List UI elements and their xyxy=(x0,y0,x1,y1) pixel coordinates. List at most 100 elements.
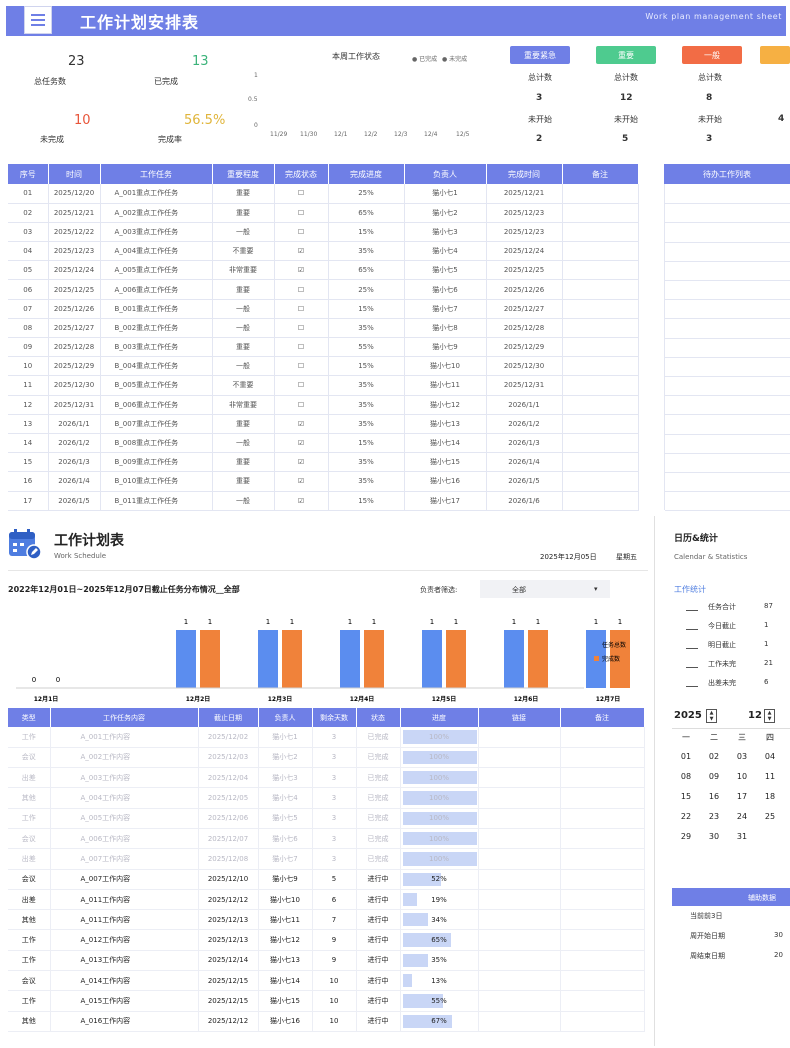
year-stepper[interactable]: ▲ ▼ xyxy=(706,709,717,723)
calendar-day[interactable]: 11 xyxy=(756,772,784,781)
filter-normal-button[interactable]: 一般 xyxy=(682,46,742,64)
table-cell: 2025/12/29 xyxy=(486,337,563,358)
table-cell: A_015工作内容 xyxy=(50,990,199,1012)
calendar-day[interactable]: 22 xyxy=(672,812,700,821)
progress-text: 35% xyxy=(431,956,447,965)
calendar-day[interactable]: 23 xyxy=(700,812,728,821)
bar-value-label: 0 xyxy=(32,676,36,684)
status-checkbox[interactable]: ☑ xyxy=(274,260,329,281)
bar-value-label: 1 xyxy=(290,618,294,626)
table-cell: 猫小七15 xyxy=(404,452,487,473)
table-row: 会议 A_002工作内容 2025/12/03 猫小七2 3 已完成 100% xyxy=(8,747,645,769)
calendar-day[interactable]: 09 xyxy=(700,772,728,781)
table-cell xyxy=(562,337,639,358)
table-cell: 重要 xyxy=(212,184,275,204)
table-cell: 进行中 xyxy=(356,970,401,992)
table-cell xyxy=(560,808,645,829)
progress-text: 34% xyxy=(431,915,447,924)
table-cell: 工作 xyxy=(8,808,51,829)
status-checkbox[interactable]: ☐ xyxy=(274,299,329,319)
status-checkbox[interactable]: ☐ xyxy=(274,279,329,300)
status-checkbox[interactable]: ☐ xyxy=(274,318,329,339)
weekly-xtick: 12/3 xyxy=(394,131,408,138)
status-checkbox[interactable]: ☐ xyxy=(274,203,329,223)
filter-other-button[interactable] xyxy=(760,46,790,64)
calendar-day[interactable]: 01 xyxy=(672,752,700,761)
status-checkbox[interactable]: ☑ xyxy=(274,491,329,511)
calendar-day[interactable]: 25 xyxy=(756,812,784,821)
table-cell: A_011工作内容 xyxy=(50,909,199,931)
schedule-table: 类型 工作任务内容 截止日期 负责人 剩余天数 状态 进度 链接 备注 工作 A_001工作内容 2… xyxy=(8,708,645,1032)
table-cell: 猫小七5 xyxy=(258,808,313,829)
bar-done xyxy=(446,630,466,688)
todo-row-divider xyxy=(665,222,790,224)
column-header: 时间 xyxy=(48,164,101,184)
month-stepper[interactable]: ▲ ▼ xyxy=(764,709,775,723)
progress-cell: 67% xyxy=(400,1011,479,1032)
calendar-day[interactable]: 16 xyxy=(700,792,728,801)
status-checkbox[interactable]: ☐ xyxy=(274,375,329,396)
calendar-day[interactable]: 30 xyxy=(700,832,728,841)
todo-row-divider xyxy=(665,337,790,339)
calendar-day[interactable]: 10 xyxy=(728,772,756,781)
status-checkbox[interactable]: ☐ xyxy=(274,395,329,415)
calendar-day[interactable]: 24 xyxy=(728,812,756,821)
todo-row-divider xyxy=(665,376,790,377)
status-checkbox[interactable]: ☑ xyxy=(274,433,329,454)
clock-icon: ◔ xyxy=(131,104,141,118)
calendar-day[interactable]: 18 xyxy=(756,792,784,801)
weekly-xtick: 12/2 xyxy=(364,131,378,138)
table-cell: 猫小七10 xyxy=(258,889,313,911)
calendar-day[interactable]: 02 xyxy=(700,752,728,761)
table-cell: 2025/12/25 xyxy=(486,260,563,281)
stat-label: 出差未完 xyxy=(708,679,736,687)
status-checkbox[interactable]: ☑ xyxy=(274,414,329,434)
kpi-rate-label: 完成率 xyxy=(158,135,182,144)
table-cell: 2025/12/06 xyxy=(198,808,259,829)
filter-important-button[interactable]: 重要 xyxy=(596,46,656,64)
calendar-day[interactable]: 04 xyxy=(756,752,784,761)
table-cell xyxy=(478,828,561,850)
menu-icon[interactable] xyxy=(24,6,52,34)
status-checkbox[interactable]: ☐ xyxy=(274,184,329,204)
table-cell: 不重要 xyxy=(212,241,275,262)
calendar-day[interactable]: 15 xyxy=(672,792,700,801)
table-cell xyxy=(478,990,561,1012)
table-cell: 猫小七2 xyxy=(258,747,313,769)
progress-text: 100% xyxy=(428,773,449,782)
table-cell: A_011工作内容 xyxy=(50,889,199,911)
bar-value-label: 0 xyxy=(56,676,60,684)
progress-cell: 35% xyxy=(400,950,479,972)
todo-row-divider xyxy=(665,414,790,416)
status-checkbox[interactable]: ☑ xyxy=(274,471,329,492)
owner-filter-select[interactable]: 全部 ▾ xyxy=(480,580,610,598)
calendar-day[interactable]: 08 xyxy=(672,772,700,781)
status-checkbox[interactable]: ☐ xyxy=(274,337,329,358)
table-cell: 2025/12/27 xyxy=(486,299,563,319)
table-cell: 2025/12/23 xyxy=(486,222,563,243)
status-checkbox[interactable]: ☑ xyxy=(274,452,329,473)
table-cell: 2025/12/12 xyxy=(198,1011,259,1032)
table-cell: 09 xyxy=(8,337,49,358)
column-header: 剩余天数 xyxy=(312,708,357,727)
check-icon: ✓ xyxy=(131,55,141,69)
stat-value: 6 xyxy=(764,678,769,686)
table-cell xyxy=(560,787,645,809)
progress-text: 100% xyxy=(428,814,449,823)
table-cell: 17 xyxy=(8,491,49,511)
table-cell xyxy=(560,869,645,890)
progress-bar xyxy=(402,974,413,988)
status-checkbox[interactable]: ☐ xyxy=(274,356,329,377)
calendar-day[interactable]: 31 xyxy=(728,832,756,841)
stat-open-value: 2 xyxy=(536,134,543,144)
status-checkbox[interactable]: ☑ xyxy=(274,241,329,262)
table-cell xyxy=(560,747,645,769)
calendar-day[interactable]: 17 xyxy=(728,792,756,801)
status-checkbox[interactable]: ☐ xyxy=(274,222,329,243)
filter-urgent-button[interactable]: 重要紧急 xyxy=(510,46,570,64)
calendar-day[interactable]: 29 xyxy=(672,832,700,841)
table-cell: 2026/1/4 xyxy=(486,452,563,473)
table-cell: 猫小七16 xyxy=(404,471,487,492)
calendar-day[interactable]: 03 xyxy=(728,752,756,761)
progress-cell: 100% xyxy=(400,828,479,850)
